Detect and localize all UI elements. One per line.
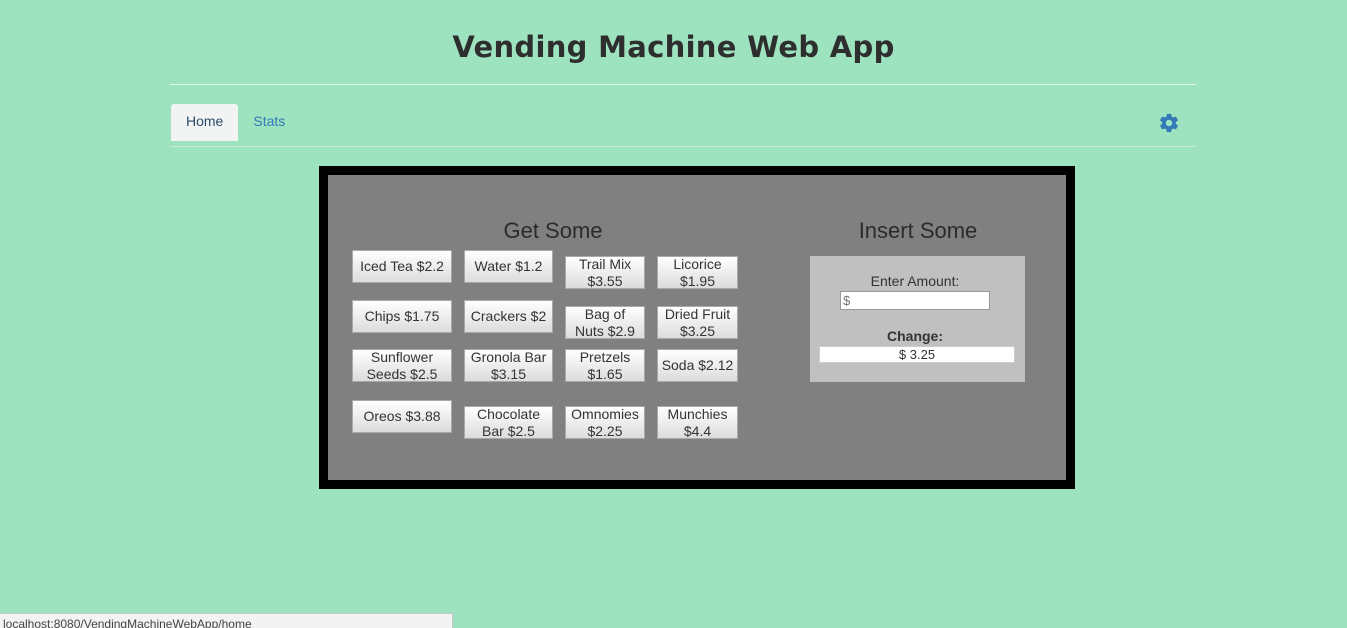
product-button[interactable]: Gronola Bar $3.15 <box>464 349 553 382</box>
header-divider <box>170 84 1196 85</box>
nav-tabs: Home Stats <box>171 104 300 146</box>
page-title: Vending Machine Web App <box>452 30 895 64</box>
product-button[interactable]: Pretzels $1.65 <box>565 349 645 382</box>
product-button[interactable]: Dried Fruit $3.25 <box>657 306 738 339</box>
amount-input[interactable] <box>840 291 990 310</box>
product-button[interactable]: Sunflower Seeds $2.5 <box>352 349 452 382</box>
product-button[interactable]: Soda $2.12 <box>657 349 738 382</box>
product-button[interactable]: Oreos $3.88 <box>352 400 452 433</box>
tab-home[interactable]: Home <box>171 104 239 141</box>
enter-amount-label: Enter Amount: <box>870 273 960 289</box>
page: Vending Machine Web App Home Stats Get S… <box>0 0 1347 628</box>
insert-some-title: Insert Some <box>858 218 978 243</box>
insert-panel: Enter Amount: Change: $ 3.25 <box>810 256 1025 382</box>
get-some-title: Get Some <box>503 218 603 243</box>
product-button[interactable]: Omnomies $2.25 <box>565 406 645 439</box>
product-button[interactable]: Iced Tea $2.2 <box>352 250 452 283</box>
product-button[interactable]: Chips $1.75 <box>352 300 452 333</box>
vending-machine: Get Some Insert Some Iced Tea $2.2 Water… <box>319 166 1075 489</box>
change-value: $ 3.25 <box>819 346 1015 363</box>
product-button[interactable]: Bag of Nuts $2.9 <box>565 306 645 339</box>
product-button[interactable]: Water $1.2 <box>464 250 553 283</box>
gear-icon[interactable] <box>1158 112 1180 134</box>
nav-divider <box>170 146 1196 147</box>
status-bar-url: localhost:8080/VendingMachineWebApp/home <box>0 613 453 628</box>
product-button[interactable]: Licorice $1.95 <box>657 256 738 289</box>
product-button[interactable]: Chocolate Bar $2.5 <box>464 406 553 439</box>
change-label: Change: <box>887 328 943 344</box>
product-button[interactable]: Crackers $2 <box>464 300 553 333</box>
tab-stats[interactable]: Stats <box>238 104 300 140</box>
product-button[interactable]: Trail Mix $3.55 <box>565 256 645 289</box>
product-button[interactable]: Munchies $4.4 <box>657 406 738 439</box>
